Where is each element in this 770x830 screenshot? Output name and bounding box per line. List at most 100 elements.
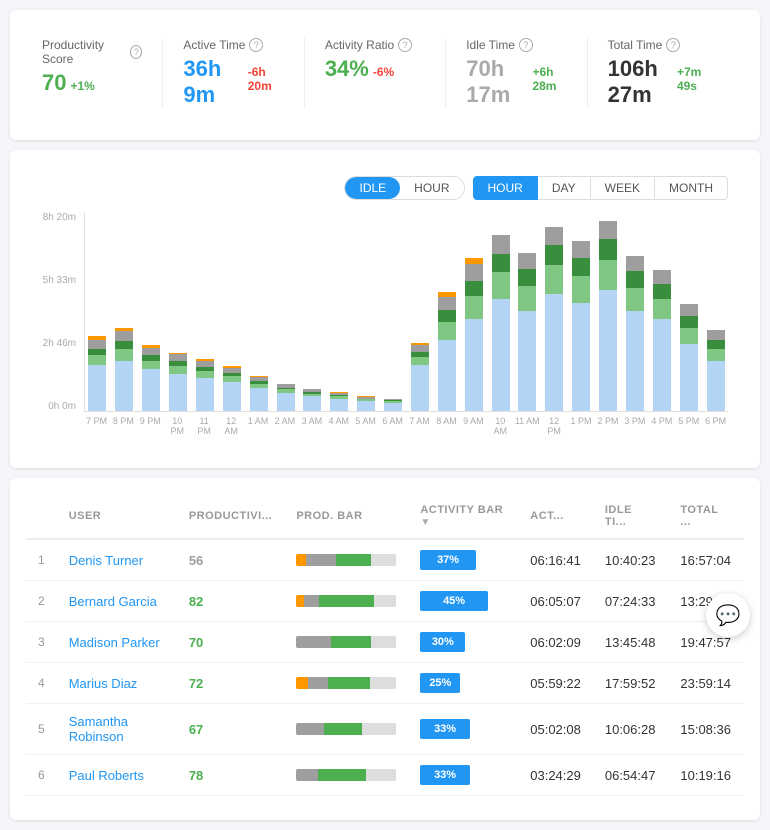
bar-group (623, 212, 648, 411)
stat-value: 34% -6% (325, 56, 425, 82)
user-link[interactable]: Denis Turner (69, 553, 143, 568)
stat-change: +7m 49s (677, 65, 708, 93)
help-icon[interactable]: ? (398, 38, 412, 52)
bar-segment (411, 365, 429, 411)
row-name[interactable]: Samantha Robinson (57, 704, 177, 755)
user-link[interactable]: Paul Roberts (69, 768, 144, 783)
bar-segment (653, 284, 671, 299)
y-label-mid1: 5h 33m (43, 275, 76, 286)
activity-bar-visual: 33% (420, 765, 470, 785)
bar-segment (438, 310, 456, 322)
view-btn-month[interactable]: MONTH (655, 176, 728, 200)
bar-segment (438, 340, 456, 411)
row-act-time: 06:16:41 (518, 539, 593, 581)
row-name[interactable]: Madison Parker (57, 622, 177, 663)
x-label: 12 PM (542, 416, 567, 436)
row-idle-time: 13:45:48 (593, 622, 669, 663)
help-icon[interactable]: ? (666, 38, 680, 52)
stat-item-active-time: Active Time ? 36h 9m -6h 20m (163, 38, 304, 108)
filter-btn-hour[interactable]: HOUR (400, 177, 463, 199)
user-link[interactable]: Bernard Garcia (69, 594, 157, 609)
bar-segment (88, 340, 106, 348)
x-label: 1 AM (246, 416, 271, 436)
bar-segment (680, 316, 698, 328)
bar-group (649, 212, 674, 411)
stat-label: Activity Ratio ? (325, 38, 425, 52)
view-btn-week[interactable]: WEEK (591, 176, 655, 200)
filter-btn-idle[interactable]: IDLE (345, 177, 400, 199)
activity-bar-visual: 25% (420, 673, 460, 693)
user-link[interactable]: Marius Diaz (69, 676, 138, 691)
row-act-time: 05:59:22 (518, 663, 593, 704)
prod-bar-segment (371, 554, 396, 566)
view-btn-day[interactable]: DAY (538, 176, 591, 200)
bar-segment (465, 296, 483, 319)
row-rank: 4 (26, 663, 57, 704)
table-body: 1Denis Turner5637%06:16:4110:40:2316:57:… (26, 539, 744, 796)
row-name[interactable]: Paul Roberts (57, 755, 177, 796)
bar-segment (545, 245, 563, 265)
chat-button[interactable]: 💬 (706, 593, 750, 637)
row-activity-bar: 30% (408, 622, 518, 663)
stat-label: Total Time ? (608, 38, 708, 52)
row-idle-time: 07:24:33 (593, 581, 669, 622)
row-act-time: 06:05:07 (518, 581, 593, 622)
stat-value: 36h 9m -6h 20m (183, 56, 283, 108)
bar-segment (707, 349, 725, 362)
chart-controls: IDLEHOUR HOURDAYWEEKMONTH (42, 176, 728, 200)
bar-segment (88, 355, 106, 365)
bar-segment (142, 348, 160, 356)
bar-segment (438, 297, 456, 310)
x-label: 3 AM (299, 416, 324, 436)
row-total-time: 10:19:16 (668, 755, 744, 796)
row-name[interactable]: Denis Turner (57, 539, 177, 581)
x-label: 11 AM (515, 416, 540, 436)
chart-section: IDLEHOUR HOURDAYWEEKMONTH 8h 20m 5h 33m … (26, 166, 744, 452)
row-score: 67 (177, 704, 285, 755)
col-header-2: PROD. BAR (284, 494, 408, 539)
activity-bar-visual: 30% (420, 632, 465, 652)
col-header-4: ACT... (518, 494, 593, 539)
activity-bar-visual: 45% (420, 591, 488, 611)
col-header-3[interactable]: ACTIVITY BAR ▼ (408, 494, 518, 539)
chart-wrapper: 8h 20m 5h 33m 2h 46m 0h 0m 7 PM8 PM9 PM1… (42, 212, 728, 436)
help-icon[interactable]: ? (249, 38, 263, 52)
row-act-time: 05:02:08 (518, 704, 593, 755)
row-prod-bar (284, 704, 408, 755)
bar-segment (545, 294, 563, 411)
bar-segment (169, 374, 187, 412)
user-link[interactable]: Madison Parker (69, 635, 160, 650)
table-card: USERPRODUCTIVI...PROD. BARACTIVITY BAR ▼… (10, 478, 760, 820)
prod-bar-segment (324, 723, 362, 735)
bar-segment (115, 341, 133, 349)
bar-segment (88, 349, 106, 356)
row-score: 70 (177, 622, 285, 663)
chart-bars (84, 212, 728, 412)
bar-segment (115, 361, 133, 411)
row-idle-time: 17:59:52 (593, 663, 669, 704)
col-header-5: IDLE TI... (593, 494, 669, 539)
prod-bar-segment (306, 554, 336, 566)
bar-segment (330, 399, 348, 412)
prod-bar-segment (328, 677, 370, 689)
bar-segment (707, 340, 725, 348)
help-icon[interactable]: ? (130, 45, 142, 59)
prod-bar-segment (296, 595, 304, 607)
y-label-mid2: 2h 46m (43, 338, 76, 349)
view-btn-hour[interactable]: HOUR (473, 176, 538, 200)
filter-toggle-group: IDLEHOUR (344, 176, 464, 200)
help-icon[interactable]: ? (519, 38, 533, 52)
user-link[interactable]: Samantha Robinson (69, 714, 128, 744)
bar-segment (599, 221, 617, 239)
x-label: 10 PM (165, 416, 190, 436)
bar-group (85, 212, 110, 411)
row-name[interactable]: Marius Diaz (57, 663, 177, 704)
bar-group (219, 212, 244, 411)
row-name[interactable]: Bernard Garcia (57, 581, 177, 622)
prod-bar-segment (362, 723, 396, 735)
x-label: 9 PM (138, 416, 163, 436)
x-label: 1 PM (569, 416, 594, 436)
bar-group (381, 212, 406, 411)
activity-bar-visual: 37% (420, 550, 476, 570)
stat-change: +1% (70, 79, 94, 93)
